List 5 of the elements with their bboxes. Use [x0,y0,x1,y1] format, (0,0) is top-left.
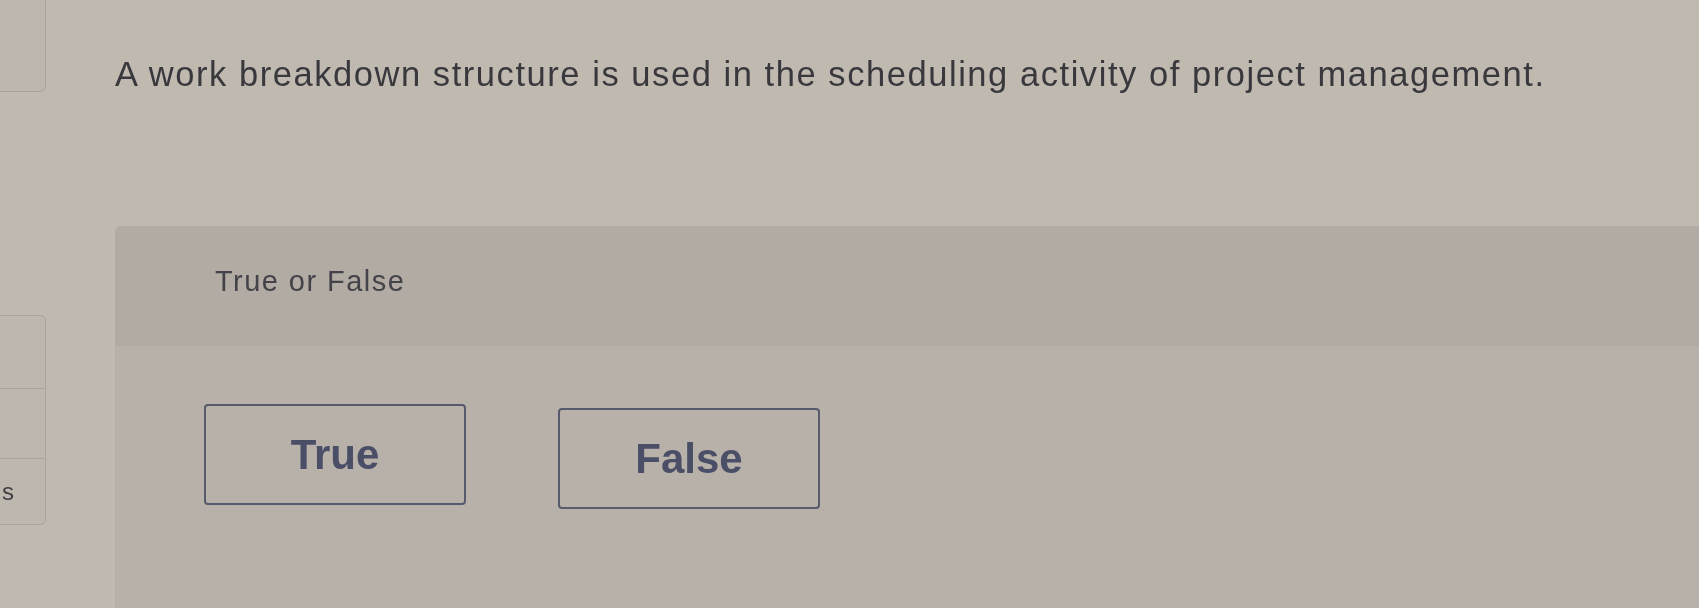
answer-option-button[interactable]: False [558,408,820,510]
question-type-label: True or False [215,265,406,298]
answer-option-button[interactable]: True [204,404,466,506]
question-text: A work breakdown structure is used in the scheduling activity of project management. [115,54,1546,95]
sidebar-label[interactable]: s [0,479,14,504]
